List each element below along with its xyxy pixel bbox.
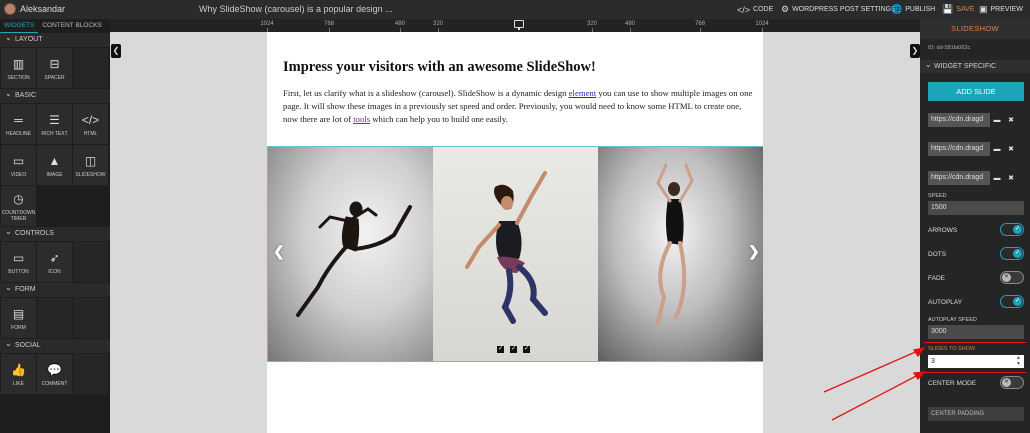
- arrow-head: [912, 371, 926, 381]
- annotation-arrow: [823, 349, 921, 393]
- annotation-arrows: [823, 347, 926, 421]
- arrow-head: [912, 347, 926, 358]
- annotation-arrow: [831, 373, 921, 421]
